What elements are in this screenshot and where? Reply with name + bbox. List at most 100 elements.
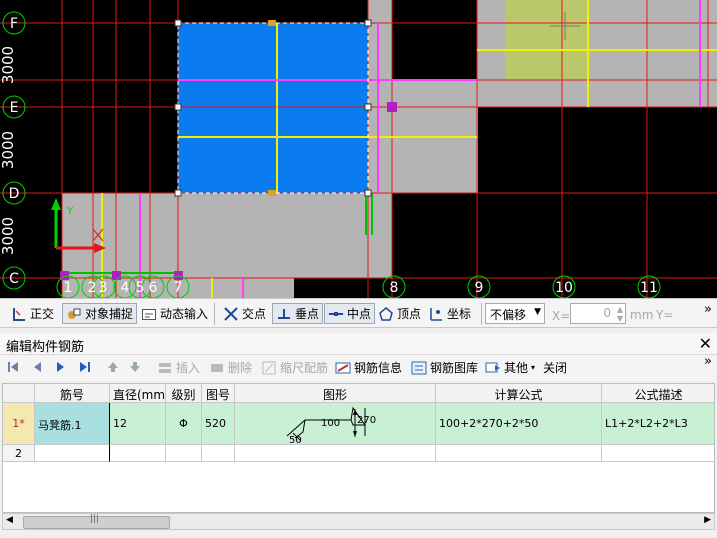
- axis-label-11: 11: [640, 280, 658, 296]
- other-menu-button[interactable]: 其他 ▾: [482, 357, 538, 378]
- row-header-corner: [3, 384, 35, 403]
- axis-label-5: 5: [136, 280, 145, 296]
- cell-formula[interactable]: 100+2*270+2*50: [436, 403, 602, 445]
- intersection-label: 交点: [242, 307, 267, 321]
- col-header-grade[interactable]: 级别: [166, 384, 202, 403]
- vertex-snap[interactable]: 顶点: [375, 303, 424, 324]
- close-icon[interactable]: ✕: [699, 334, 712, 353]
- axis-label-4: 4: [121, 280, 130, 296]
- cad-drawing: F E D C 3000 3000 3000 1 2 3 4 5 6 7 8 9…: [0, 0, 717, 298]
- delete-row-icon: [209, 360, 225, 376]
- coordinate-snap[interactable]: 坐标: [425, 303, 474, 324]
- perpendicular-snap[interactable]: 垂点: [272, 303, 324, 324]
- move-up-icon[interactable]: [106, 360, 120, 374]
- move-down-icon[interactable]: [128, 360, 142, 374]
- ortho-icon: [11, 306, 27, 322]
- rebar-table: 筋号 直径(mm) 级别 图号 图形 计算公式 公式描述 1* 马凳筋.1 12…: [2, 383, 715, 513]
- toolbar-overflow-button[interactable]: »: [704, 302, 712, 317]
- intersection-snap[interactable]: 交点: [220, 303, 269, 324]
- vertex-label: 顶点: [397, 307, 422, 321]
- x-input[interactable]: 0 ▲ ▼: [570, 303, 626, 324]
- shape-label-a: 50: [289, 435, 302, 444]
- scroll-right-icon[interactable]: ▶: [704, 515, 711, 525]
- axis-label-D: D: [9, 186, 20, 202]
- toolbar-overflow-button[interactable]: »: [704, 354, 712, 369]
- grip-icon: |||: [90, 514, 100, 524]
- row-header[interactable]: 2: [3, 445, 35, 462]
- axis-label-2: 2: [88, 280, 97, 296]
- cell-formula-desc[interactable]: L1+2*L2+2*L3: [602, 403, 714, 445]
- perpendicular-icon: [276, 306, 292, 322]
- axis-spacing-ED: 3000: [0, 131, 17, 169]
- toolbar-separator: [214, 303, 215, 325]
- dynamic-input-icon: [141, 306, 157, 322]
- ucs-y-label: Y: [66, 206, 74, 217]
- coordinate-label: 坐标: [447, 307, 472, 321]
- x-value: 0: [603, 306, 611, 320]
- cad-drawing-canvas[interactable]: F E D C 3000 3000 3000 1 2 3 4 5 6 7 8 9…: [0, 0, 717, 298]
- selected-slab[interactable]: [178, 23, 368, 193]
- cell-grade[interactable]: [166, 445, 202, 462]
- scroll-left-icon[interactable]: ◀: [6, 515, 13, 525]
- next-record-icon[interactable]: [54, 360, 68, 374]
- first-record-icon[interactable]: [6, 360, 20, 374]
- axis-spacing-FE: 3000: [0, 46, 17, 84]
- intersection-icon: [223, 306, 239, 322]
- panel-title-bar: 编辑构件钢筋 ✕: [0, 333, 717, 355]
- slab-bottom-left[interactable]: [62, 193, 392, 278]
- offset-mode-value: 不偏移: [490, 308, 527, 322]
- row-header[interactable]: 1*: [3, 403, 35, 445]
- axis-label-C: C: [9, 271, 19, 287]
- rebar-info-label: 钢筋信息: [354, 361, 403, 375]
- close-panel-button[interactable]: 关闭: [540, 357, 570, 378]
- col-header-diameter[interactable]: 直径(mm): [110, 384, 166, 403]
- col-header-formula-desc[interactable]: 公式描述: [602, 384, 714, 403]
- dynamic-input-label: 动态输入: [160, 307, 209, 321]
- axis-label-3: 3: [99, 280, 108, 296]
- cell-figure-no[interactable]: 520: [202, 403, 235, 445]
- axis-label-8: 8: [390, 280, 399, 296]
- object-snap-toggle[interactable]: 对象捕捉: [62, 303, 138, 324]
- x-label: X=: [552, 309, 571, 323]
- col-header-shape[interactable]: 图形: [235, 384, 436, 403]
- cell-shape[interactable]: 50 100 270: [235, 403, 436, 445]
- cell-bar-no[interactable]: 马凳筋.1: [35, 403, 110, 445]
- cell-figure-no[interactable]: [202, 445, 235, 462]
- spinner-icon[interactable]: ▲ ▼: [617, 305, 623, 323]
- col-header-bar-no[interactable]: 筋号: [35, 384, 110, 403]
- previous-record-icon[interactable]: [30, 360, 44, 374]
- chevron-down-icon: ▼: [534, 307, 541, 317]
- cell-diameter[interactable]: [110, 445, 166, 462]
- cell-shape[interactable]: [235, 445, 436, 462]
- cell-formula-desc[interactable]: [602, 445, 714, 462]
- axis-label-7: 7: [174, 280, 183, 296]
- cell-grade[interactable]: Φ: [166, 403, 202, 445]
- col-header-formula[interactable]: 计算公式: [436, 384, 602, 403]
- rebar-library-button[interactable]: 钢筋图库: [408, 357, 481, 378]
- perpendicular-label: 垂点: [295, 307, 320, 321]
- cell-bar-no[interactable]: [35, 445, 110, 462]
- horizontal-scrollbar[interactable]: ◀ ||| ▶: [2, 513, 715, 530]
- slab-highlight-green[interactable]: [505, 0, 590, 80]
- object-snap-icon: [66, 306, 82, 322]
- col-header-figure-no[interactable]: 图号: [202, 384, 235, 403]
- scale-rebar-button[interactable]: 缩尺配筋: [258, 357, 331, 378]
- dynamic-input-toggle[interactable]: 动态输入: [138, 303, 211, 324]
- cell-formula[interactable]: [436, 445, 602, 462]
- delete-button[interactable]: 删除: [206, 357, 255, 378]
- midpoint-snap[interactable]: 中点: [324, 303, 376, 324]
- offset-mode-select[interactable]: 不偏移 ▼: [485, 303, 545, 324]
- toolbar-separator: [481, 303, 482, 325]
- last-record-icon[interactable]: [78, 360, 92, 374]
- insert-row-icon: [157, 360, 173, 376]
- scrollbar-thumb[interactable]: |||: [23, 514, 170, 529]
- midpoint-label: 中点: [347, 307, 372, 321]
- cell-diameter[interactable]: 12: [110, 403, 166, 445]
- rebar-toolbar: 插入 删除 缩尺配筋 钢筋信息 钢筋图库 其他 ▾ 关闭 »: [0, 354, 717, 381]
- rebar-info-button[interactable]: 钢筋信息: [332, 357, 405, 378]
- axis-label-6: 6: [149, 280, 158, 296]
- insert-button[interactable]: 插入: [154, 357, 203, 378]
- ortho-toggle[interactable]: 正交: [8, 303, 57, 324]
- axis-label-9: 9: [475, 280, 484, 296]
- unit-label: mm: [630, 308, 654, 322]
